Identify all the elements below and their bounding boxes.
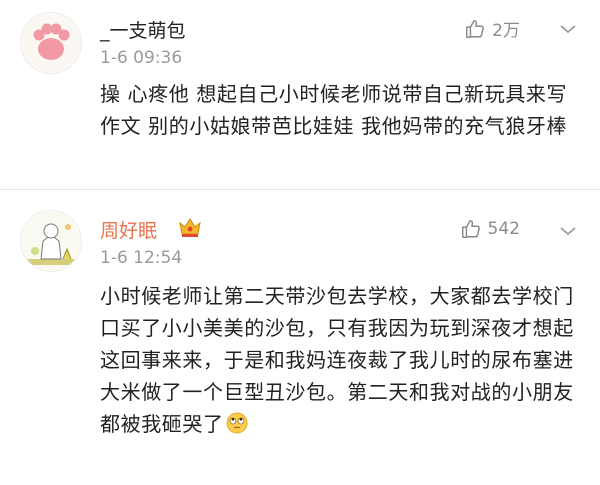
avatar[interactable] bbox=[20, 210, 82, 272]
like-button[interactable]: 2万 bbox=[464, 16, 520, 41]
avatar[interactable] bbox=[20, 12, 82, 74]
comment-text-body: 小时候老师让第二天带沙包去学校，大家都去学校门口买了小小美美的沙包，只有我因为玩… bbox=[100, 284, 574, 436]
comment-item: 周好眠 1-6 12:54 542 小时候老师让第二天带沙包去学校，大家都去学校… bbox=[0, 190, 600, 485]
like-button[interactable]: 542 bbox=[460, 218, 520, 240]
username[interactable]: 周好眠 bbox=[100, 216, 157, 243]
more-options-button[interactable] bbox=[558, 223, 578, 237]
more-options-button[interactable] bbox=[558, 21, 578, 35]
eye-roll-emoji-icon bbox=[226, 411, 248, 443]
username[interactable]: _一支萌包 bbox=[100, 16, 186, 43]
chevron-down-icon bbox=[560, 227, 576, 236]
thumb-up-icon bbox=[464, 18, 486, 40]
like-count: 2万 bbox=[492, 21, 520, 41]
chevron-down-icon bbox=[560, 25, 576, 34]
timestamp: 1-6 09:36 bbox=[100, 48, 183, 68]
cat-paw-icon bbox=[21, 13, 81, 73]
comment-text: 操 心疼他 想起自己小时候老师说带自己新玩具来写作文 别的小姑娘带芭比娃娃 我他… bbox=[100, 82, 568, 138]
like-count: 542 bbox=[487, 219, 520, 239]
crown-icon bbox=[178, 216, 202, 242]
timestamp: 1-6 12:54 bbox=[100, 248, 183, 268]
thumb-up-icon bbox=[460, 218, 482, 240]
comment-item: _一支萌包 1-6 09:36 2万 操 心疼他 想起自己小时候老师说带自己新玩… bbox=[0, 0, 600, 190]
comment-text: 小时候老师让第二天带沙包去学校，大家都去学校门口买了小小美美的沙包，只有我因为玩… bbox=[100, 280, 580, 443]
illustration-avatar-icon bbox=[21, 211, 81, 271]
